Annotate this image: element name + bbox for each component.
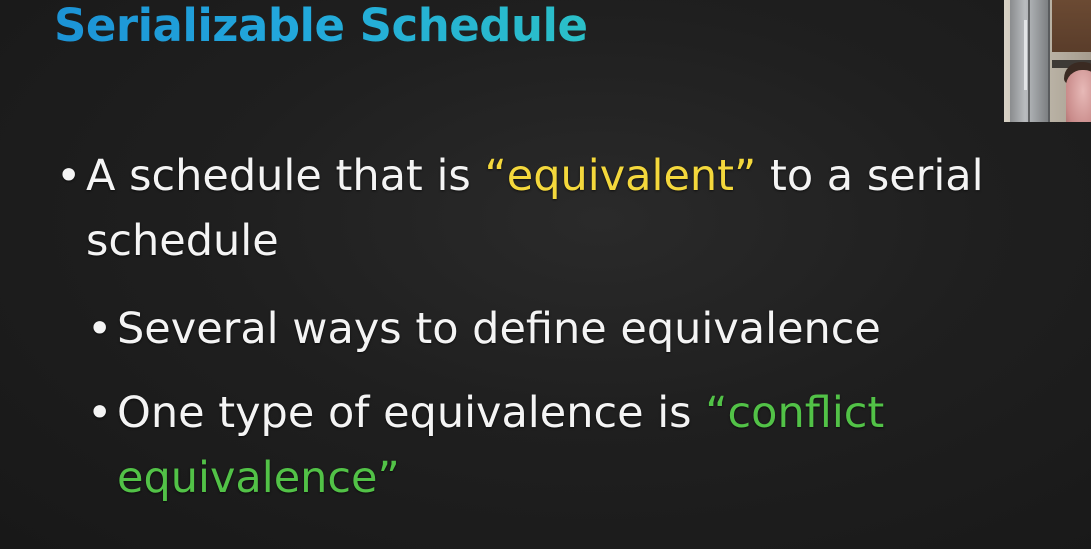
- slide: Serializable Schedule • A schedule that i…: [0, 0, 1091, 549]
- bullet-text: A schedule that is: [86, 151, 485, 201]
- bullet-dot: •: [56, 151, 82, 201]
- bullet-dot: •: [87, 388, 113, 438]
- bullet-text: Several ways to define equivalence: [117, 304, 881, 354]
- webcam-video-icon: [1004, 0, 1091, 122]
- bullet-item-1: • A schedule that is “equivalent” to a se…: [56, 144, 1076, 274]
- highlight-term-equivalent: “equivalent”: [484, 151, 757, 201]
- bullet-dot: •: [87, 304, 113, 354]
- slide-title: Serializable Schedule: [54, 0, 588, 56]
- bullet-text: One type of equivalence is: [117, 388, 706, 438]
- bullet-item-2: • Several ways to define equivalence: [87, 297, 1017, 362]
- bullet-item-3: • One type of equivalence is “conflict eq…: [87, 381, 1017, 511]
